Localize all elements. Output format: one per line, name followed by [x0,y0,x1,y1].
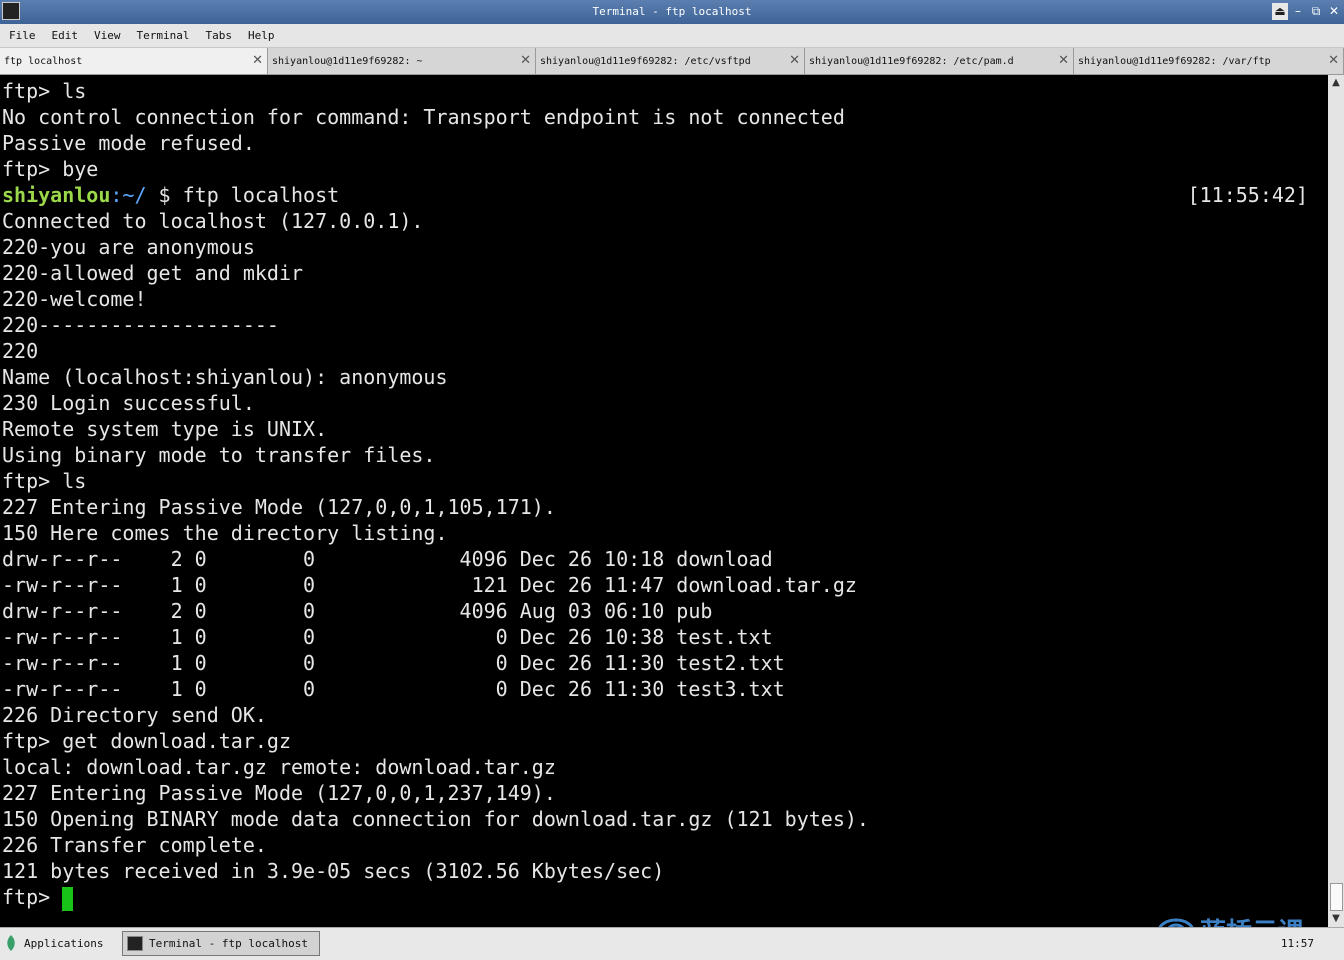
terminal-line: Passive mode refused. [2,131,255,155]
terminal-line: Connected to localhost (127.0.0.1). [2,209,424,233]
terminal-line: -rw-r--r-- 1 0 0 0 Dec 26 11:30 test2.tx… [2,651,785,675]
tab-close-icon[interactable]: ✕ [1328,53,1339,68]
tab-label: shiyanlou@1d11e9f69282: /etc/vsftpd [540,56,751,67]
prompt-user: shiyanlou [2,183,111,207]
applications-menu[interactable]: Applications [4,934,103,952]
tab-bar: ftp localhost ✕ shiyanlou@1d11e9f69282: … [0,48,1344,75]
applications-label: Applications [24,936,104,950]
terminal-line: Using binary mode to transfer files. [2,443,436,467]
taskbar: Applications Terminal - ftp localhost 11… [0,927,1344,960]
terminal-line: ftp> ls [2,469,87,493]
taskbar-clock: 11:57 [1280,937,1314,950]
scrollbar-thumb[interactable] [1330,883,1343,911]
tab-var-ftp[interactable]: shiyanlou@1d11e9f69282: /var/ftp ✕ [1074,48,1344,74]
terminal-line: 220-welcome! [2,287,147,311]
close-icon[interactable]: ✕ [1326,3,1342,20]
terminal-line: Remote system type is UNIX. [2,417,328,441]
tab-ftp-localhost[interactable]: ftp localhost ✕ [0,48,268,74]
terminal-line: 226 Directory send OK. [2,703,267,727]
tab-close-icon[interactable]: ✕ [252,53,263,68]
menu-view[interactable]: View [94,29,121,42]
menu-help[interactable]: Help [248,29,275,42]
terminal-line: local: download.tar.gz remote: download.… [2,755,556,779]
terminal-line: ftp> ls [2,79,87,103]
maximize-icon[interactable]: ⧉ [1308,3,1324,20]
prompt-sep: : [110,183,123,207]
menu-bar: File Edit View Terminal Tabs Help [0,24,1344,48]
window-titlebar[interactable]: Terminal - ftp localhost ⏏ – ⧉ ✕ [0,0,1344,24]
tab-close-icon[interactable]: ✕ [520,53,531,68]
terminal-line: drw-r--r-- 2 0 0 4096 Aug 03 06:10 pub [2,599,713,623]
terminal-line: 220-------------------- [2,313,279,337]
taskbar-terminal-window[interactable]: Terminal - ftp localhost [122,931,320,956]
shell-prompt-line: shiyanlou:~/ $ ftp localhost [2,182,339,208]
terminal-icon [127,936,143,951]
terminal-line: ftp> get download.tar.gz [2,729,291,753]
menu-tabs[interactable]: Tabs [205,29,232,42]
terminal-line: -rw-r--r-- 1 0 0 121 Dec 26 11:47 downlo… [2,573,857,597]
terminal-output[interactable]: ftp> ls No control connection for comman… [0,75,1328,927]
ftp-prompt: ftp> [2,885,63,909]
terminal-line: 227 Entering Passive Mode (127,0,0,1,105… [2,495,556,519]
terminal-cursor [62,886,74,911]
menu-file[interactable]: File [9,29,36,42]
tab-label: ftp localhost [4,56,83,67]
shade-icon[interactable]: ⏏ [1272,3,1288,20]
menu-terminal[interactable]: Terminal [137,29,190,42]
terminal-line: 226 Transfer complete. [2,833,267,857]
terminal-line: 150 Opening BINARY mode data connection … [2,807,869,831]
terminal-line: ftp> bye [2,157,99,181]
tab-close-icon[interactable]: ✕ [789,53,800,68]
menu-edit[interactable]: Edit [52,29,79,42]
terminal-line: 227 Entering Passive Mode (127,0,0,1,237… [2,781,556,805]
scroll-up-icon[interactable]: ▲ [1328,75,1344,91]
tab-etc-vsftpd[interactable]: shiyanlou@1d11e9f69282: /etc/vsftpd ✕ [536,48,805,74]
prompt-timestamp: [11:55:42] [1187,183,1308,207]
task-label: Terminal - ftp localhost [149,937,308,950]
terminal-line: No control connection for command: Trans… [2,105,845,129]
terminal-line: -rw-r--r-- 1 0 0 0 Dec 26 10:38 test.txt [2,625,773,649]
terminal-line: Name (localhost:shiyanlou): anonymous [2,365,448,389]
terminal-line: 220-allowed get and mkdir [2,261,304,285]
leaf-icon [7,935,15,951]
ftp-prompt-line[interactable]: ftp> [2,884,74,911]
terminal-line: drw-r--r-- 2 0 0 4096 Dec 26 10:18 downl… [2,547,773,571]
terminal-line: 220 [2,339,39,363]
prompt-path: ~/ [122,183,147,207]
tab-label: shiyanlou@1d11e9f69282: ~ [272,56,423,67]
terminal-scrollbar[interactable]: ▲ ▼ [1328,75,1344,927]
terminal-line: 150 Here comes the directory listing. [2,521,448,545]
terminal-line: 121 bytes received in 3.9e-05 secs (3102… [2,859,665,883]
tab-home[interactable]: shiyanlou@1d11e9f69282: ~ ✕ [268,48,536,74]
tab-label: shiyanlou@1d11e9f69282: /etc/pam.d [809,56,1014,67]
window-title: Terminal - ftp localhost [592,5,752,18]
terminal-line: 220-you are anonymous [2,235,255,259]
scroll-down-icon[interactable]: ▼ [1328,911,1344,927]
prompt-command: $ ftp localhost [146,183,340,207]
tab-label: shiyanlou@1d11e9f69282: /var/ftp [1078,56,1271,67]
tab-etc-pamd[interactable]: shiyanlou@1d11e9f69282: /etc/pam.d ✕ [805,48,1074,74]
tab-close-icon[interactable]: ✕ [1058,53,1069,68]
terminal-line: -rw-r--r-- 1 0 0 0 Dec 26 11:30 test3.tx… [2,677,785,701]
terminal-line: 230 Login successful. [2,391,255,415]
minimize-icon[interactable]: – [1290,3,1306,20]
